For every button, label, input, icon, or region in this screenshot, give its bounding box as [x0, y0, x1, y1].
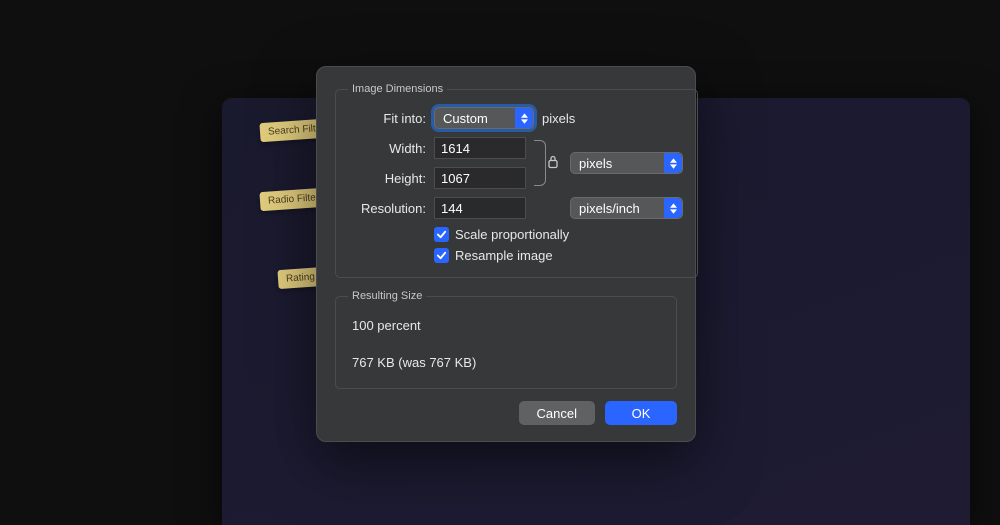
image-dimensions-group: Image Dimensions Fit into: Custom pixels… [335, 83, 698, 278]
resolution-input[interactable]: 144 [434, 197, 526, 219]
resolution-unit-value: pixels/inch [579, 201, 640, 216]
width-input[interactable]: 1614 [434, 137, 526, 159]
dimension-unit-value: pixels [579, 156, 612, 171]
checkmark-icon [434, 227, 449, 242]
height-input[interactable]: 1067 [434, 167, 526, 189]
width-label: Width: [350, 141, 426, 156]
fit-into-select[interactable]: Custom [434, 107, 534, 129]
resulting-filesize: 767 KB (was 767 KB) [350, 351, 662, 374]
dimension-unit-select[interactable]: pixels [570, 152, 683, 174]
aspect-lock[interactable] [534, 140, 546, 186]
resample-image-label: Resample image [455, 248, 553, 263]
resample-image-checkbox[interactable]: Resample image [350, 248, 683, 263]
lock-icon [547, 155, 559, 172]
scale-proportionally-checkbox[interactable]: Scale proportionally [350, 227, 683, 242]
fit-into-label: Fit into: [350, 111, 426, 126]
chevron-up-down-icon [664, 198, 682, 218]
resulting-size-legend: Resulting Size [348, 290, 426, 302]
resize-image-dialog: Image Dimensions Fit into: Custom pixels… [316, 66, 696, 442]
chevron-up-down-icon [664, 153, 682, 173]
fit-into-value: Custom [443, 111, 488, 126]
image-dimensions-legend: Image Dimensions [348, 83, 447, 95]
resulting-size-group: Resulting Size 100 percent 767 KB (was 7… [335, 290, 677, 389]
checkmark-icon [434, 248, 449, 263]
height-label: Height: [350, 171, 426, 186]
fit-into-suffix: pixels [542, 111, 575, 126]
resolution-label: Resolution: [350, 201, 426, 216]
resulting-percent: 100 percent [350, 314, 662, 337]
resolution-unit-select[interactable]: pixels/inch [570, 197, 683, 219]
chevron-up-down-icon [515, 108, 533, 128]
scale-proportionally-label: Scale proportionally [455, 227, 569, 242]
ok-button[interactable]: OK [605, 401, 677, 425]
cancel-button[interactable]: Cancel [519, 401, 595, 425]
